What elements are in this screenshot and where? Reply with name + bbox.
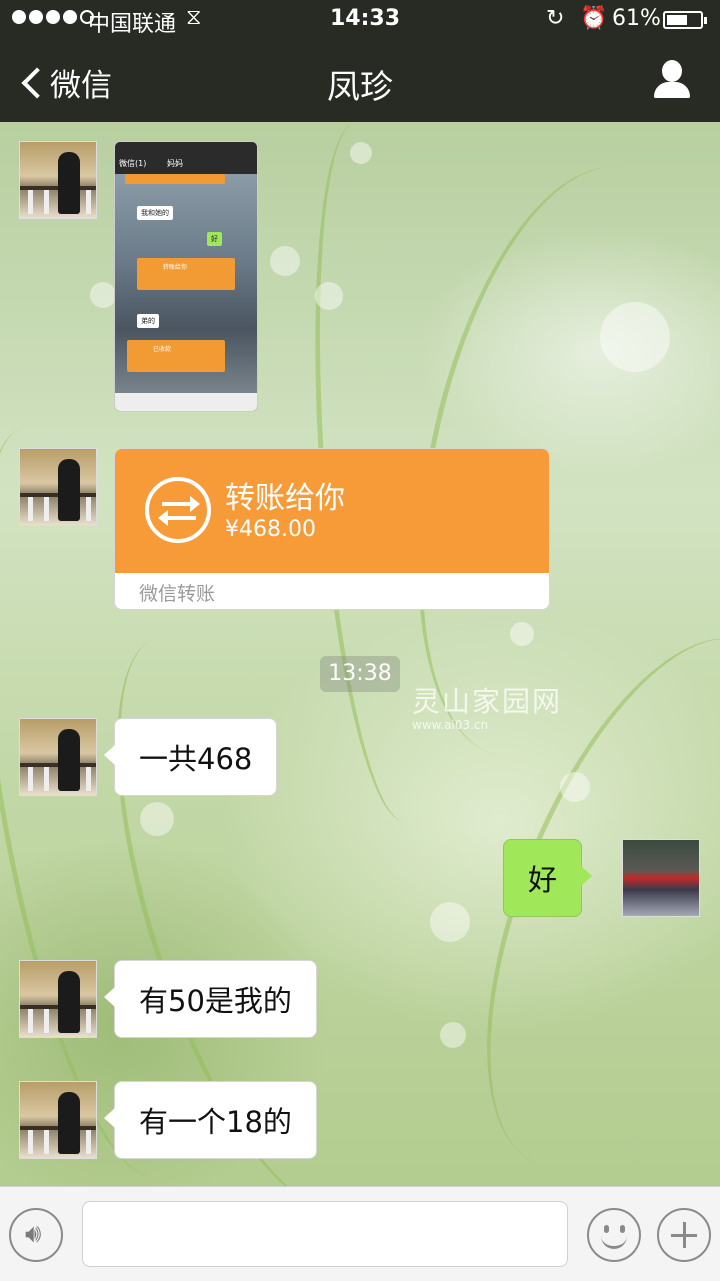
contact-avatar[interactable] [19,960,97,1038]
transfer-title: 转账给你 [225,481,345,516]
image-message[interactable]: 微信(1) 妈妈 我和她的 好 转账给你 弟的 已收款 [114,141,258,412]
transfer-footer: 微信转账 [139,583,216,605]
profile-icon[interactable] [652,60,692,100]
nav-bar: 微信 凤珍 [0,40,720,122]
signal-icon [12,10,94,24]
message-input[interactable] [82,1201,568,1267]
message-bubble[interactable]: 有一个18的 [104,1081,317,1159]
my-avatar[interactable] [622,839,700,917]
rotation-lock-icon: ↻ [546,6,565,31]
chat-title: 凤珍 [327,67,393,106]
battery-icon [663,11,707,29]
battery-fill [667,15,687,25]
watermark-title: 灵山家园网 [412,685,563,718]
carrier-label: 中国联通 [88,12,177,37]
clock: 14:33 [330,6,401,31]
status-bar: 中国联通 ⧖ 14:33 ↻ ⏰ 61% [0,0,720,40]
transfer-message[interactable]: 转账给你 ¥468.00 微信转账 [114,448,550,610]
transfer-header: 转账给你 ¥468.00 [115,449,549,573]
contact-avatar[interactable] [19,141,97,219]
image-header: 微信(1) 妈妈 [115,142,257,174]
chat-background [0,122,720,1186]
watermark: 灵山家园网 www.ai03.cn [412,680,562,732]
contact-avatar[interactable] [19,448,97,526]
emoji-icon[interactable] [587,1208,641,1262]
plus-icon[interactable] [657,1208,711,1262]
timestamp: 13:38 [320,656,400,692]
transfer-icon [145,477,211,543]
image-content: 我和她的 好 转账给你 弟的 已收款 [115,174,257,396]
watermark-url: www.ai03.cn [412,718,489,732]
message-bubble[interactable]: 一共468 [103,718,278,796]
message-bubble[interactable]: 有50是我的 [104,960,317,1038]
contact-avatar[interactable] [19,718,97,796]
transfer-amount: ¥468.00 [225,517,316,542]
battery-percent: 61% [612,6,661,31]
image-input-bar [115,393,257,411]
wifi-icon: ⧖ [186,5,202,30]
voice-icon[interactable]: 🔊︎ [9,1208,63,1262]
alarm-icon: ⏰ [580,6,608,31]
sent-message-bubble[interactable]: 好 [503,839,593,917]
input-bar: 🔊︎ [0,1186,720,1281]
contact-avatar[interactable] [19,1081,97,1159]
